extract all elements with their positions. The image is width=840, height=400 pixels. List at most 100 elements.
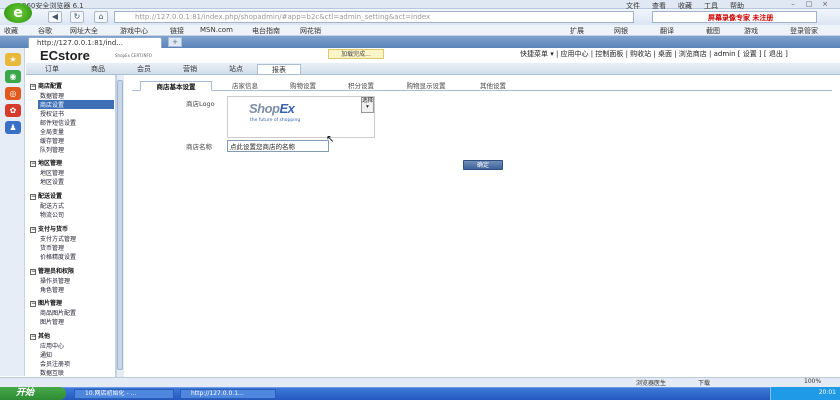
logo-text-ex: Ex — [279, 101, 295, 116]
group-title: 管理员和权限 — [38, 268, 75, 275]
weibo-icon[interactable]: ◎ — [5, 87, 21, 100]
sidebar-item[interactable]: 数据管理 — [40, 91, 64, 100]
tool-games[interactable]: 游戏 — [744, 26, 758, 36]
sidebar-item[interactable]: 价格精度设置 — [40, 252, 76, 261]
tab-other-settings[interactable]: 其他设置 — [466, 81, 520, 91]
nav-tab-orders[interactable]: 订单 — [30, 64, 74, 74]
tool-extensions[interactable]: 扩展 — [570, 26, 584, 36]
sidebar-item[interactable]: 物流公司 — [40, 210, 64, 219]
nav-tab-marketing[interactable]: 营销 — [168, 64, 212, 74]
sidebar-item[interactable]: 通知 — [40, 350, 52, 359]
sidebar-item[interactable]: 数据互联 — [40, 368, 64, 377]
sidebar-item[interactable]: 队列管理 — [40, 145, 64, 154]
fav-item[interactable]: 链接 — [170, 26, 184, 36]
fav-item[interactable]: 游戏中心 — [120, 26, 148, 36]
taskbar-item[interactable]: http://127.0.0.1... — [180, 389, 276, 399]
sidebar-scroll-thumb[interactable] — [117, 80, 123, 370]
fav-item[interactable]: 网花销 — [300, 26, 321, 36]
sidebar-item[interactable]: 全局变量 — [40, 127, 64, 136]
home-icon[interactable]: ⌂ — [94, 11, 108, 23]
top-links[interactable]: 快捷菜单 ▾ | 应用中心 | 控制面板 | 购收站 | 桌面 | 浏览商店 |… — [520, 49, 788, 59]
ecstore-logo: ECstore — [40, 48, 90, 63]
tab-shop-info[interactable]: 店家信息 — [218, 81, 272, 91]
collapse-icon[interactable]: − — [30, 160, 36, 167]
nav-tab-reports[interactable]: 报表 — [257, 64, 301, 74]
address-bar[interactable]: http://127.0.0.1:81/index.php/shopadmin/… — [114, 11, 634, 23]
search-input[interactable]: 屏幕录像专家 未注册 — [652, 11, 817, 23]
collapse-icon[interactable]: − — [30, 83, 36, 90]
people-icon[interactable]: ♟ — [5, 121, 21, 134]
zoom-level[interactable]: 100% — [804, 378, 821, 385]
collapse-icon[interactable]: − — [30, 333, 36, 340]
sidebar-item[interactable]: 支付方式管理 — [40, 234, 76, 243]
sidebar-item[interactable]: 会员注册项 — [40, 359, 70, 368]
tab-basic-settings[interactable]: 商店基本设置 — [140, 81, 212, 91]
new-tab-button[interactable]: + — [168, 37, 182, 47]
ok-button[interactable]: 确定 — [463, 160, 503, 170]
sidebar-item[interactable]: 地区设置 — [40, 177, 64, 186]
fav-item[interactable]: 谷歌 — [38, 26, 52, 36]
download-link[interactable]: 下载 — [698, 378, 710, 387]
sidebar-group-admin[interactable]: − 管理员和权限 — [30, 266, 74, 275]
fav-item[interactable]: 网址大全 — [70, 26, 98, 36]
system-tray-clock: 20:01 — [770, 387, 840, 400]
tab-points-settings[interactable]: 积分设置 — [334, 81, 388, 91]
tab-shopping-settings[interactable]: 购物设置 — [276, 81, 330, 91]
taskbar-item[interactable]: 10.网店初始化 - ... — [74, 389, 174, 399]
sidebar-item[interactable]: 邮件短信设置 — [40, 118, 76, 127]
fav-item[interactable]: MSN.com — [200, 26, 233, 34]
nav-tab-products[interactable]: 商品 — [76, 64, 120, 74]
sidebar-group-region[interactable]: − 地区管理 — [30, 158, 62, 167]
nav-tab-members[interactable]: 会员 — [122, 64, 166, 74]
tool-translate[interactable]: 翻译 — [660, 26, 674, 36]
logo-label: 商店Logo — [186, 100, 215, 108]
loading-tip: 加载完成... — [328, 49, 384, 59]
back-icon[interactable]: ◀ — [48, 11, 62, 23]
chat-icon[interactable]: ◉ — [5, 70, 21, 83]
dropdown-icon: ▾ — [366, 104, 369, 110]
sidebar-item[interactable]: 授权证书 — [40, 109, 64, 118]
sidebar-item[interactable]: 配送方式 — [40, 201, 64, 210]
browser-doctor-link[interactable]: 浏览器医生 — [636, 378, 666, 387]
favorites-bar: 收藏 谷歌 网址大全 游戏中心 链接 MSN.com 电台指南 网花销 扩展 网… — [0, 25, 840, 36]
fav-item[interactable]: 收藏 — [4, 26, 18, 36]
tab-display-settings[interactable]: 购物显示设置 — [392, 81, 460, 91]
game-icon[interactable]: ✿ — [5, 104, 21, 117]
sidebar-group-store[interactable]: − 商店配置 — [30, 81, 62, 90]
browser-logo-icon: e — [4, 3, 32, 23]
ecstore-sub: ShopEx CERT.INFO — [115, 53, 152, 58]
sidebar-item[interactable]: 缓存管理 — [40, 136, 64, 145]
collapse-icon[interactable]: − — [30, 226, 36, 233]
collapse-icon[interactable]: − — [30, 193, 36, 200]
tool-screenshot[interactable]: 截图 — [706, 26, 720, 36]
sidebar-item[interactable]: 货币管理 — [40, 243, 64, 252]
sidebar-group-shipping[interactable]: − 配送设置 — [30, 191, 62, 200]
sidebar-item[interactable]: 地区管理 — [40, 168, 64, 177]
maximize-icon[interactable]: □ — [802, 0, 816, 8]
collapse-icon[interactable]: − — [30, 268, 36, 275]
sidebar-group-images[interactable]: − 图片管理 — [30, 298, 62, 307]
sidebar-item[interactable]: 商品图片配置 — [40, 308, 76, 317]
sidebar-item[interactable]: 应用中心 — [40, 341, 64, 350]
minimize-icon[interactable]: – — [786, 0, 800, 8]
fav-item[interactable]: 电台指南 — [252, 26, 280, 36]
sidebar-group-payment[interactable]: − 支付与货币 — [30, 224, 68, 233]
collapse-icon[interactable]: − — [30, 300, 36, 307]
browser-tab[interactable]: http://127.0.0.1:81/ind... — [28, 37, 162, 48]
sidebar-item[interactable]: 操作员管理 — [40, 276, 70, 285]
start-button[interactable]: 开始 — [0, 387, 66, 400]
close-icon[interactable]: × — [818, 0, 832, 8]
search-promo-text: 屏幕录像专家 未注册 — [708, 14, 774, 22]
sidebar-item-active[interactable]: 商店设置 — [38, 100, 114, 109]
tool-login-manager[interactable]: 登录管家 — [790, 26, 818, 36]
tool-bank[interactable]: 网银 — [614, 26, 628, 36]
nav-tab-site[interactable]: 站点 — [214, 64, 258, 74]
sidebar-group-other[interactable]: − 其他 — [30, 331, 50, 340]
group-title: 支付与货币 — [38, 226, 69, 233]
sidebar-item[interactable]: 角色管理 — [40, 285, 64, 294]
refresh-icon[interactable]: ↻ — [70, 11, 84, 23]
sidebar-item[interactable]: 图片管理 — [40, 317, 64, 326]
choose-logo-button[interactable]: 选择 ▾ — [361, 97, 374, 113]
shop-name-input[interactable] — [227, 140, 329, 152]
favorites-star-icon[interactable]: ★ — [5, 53, 21, 66]
